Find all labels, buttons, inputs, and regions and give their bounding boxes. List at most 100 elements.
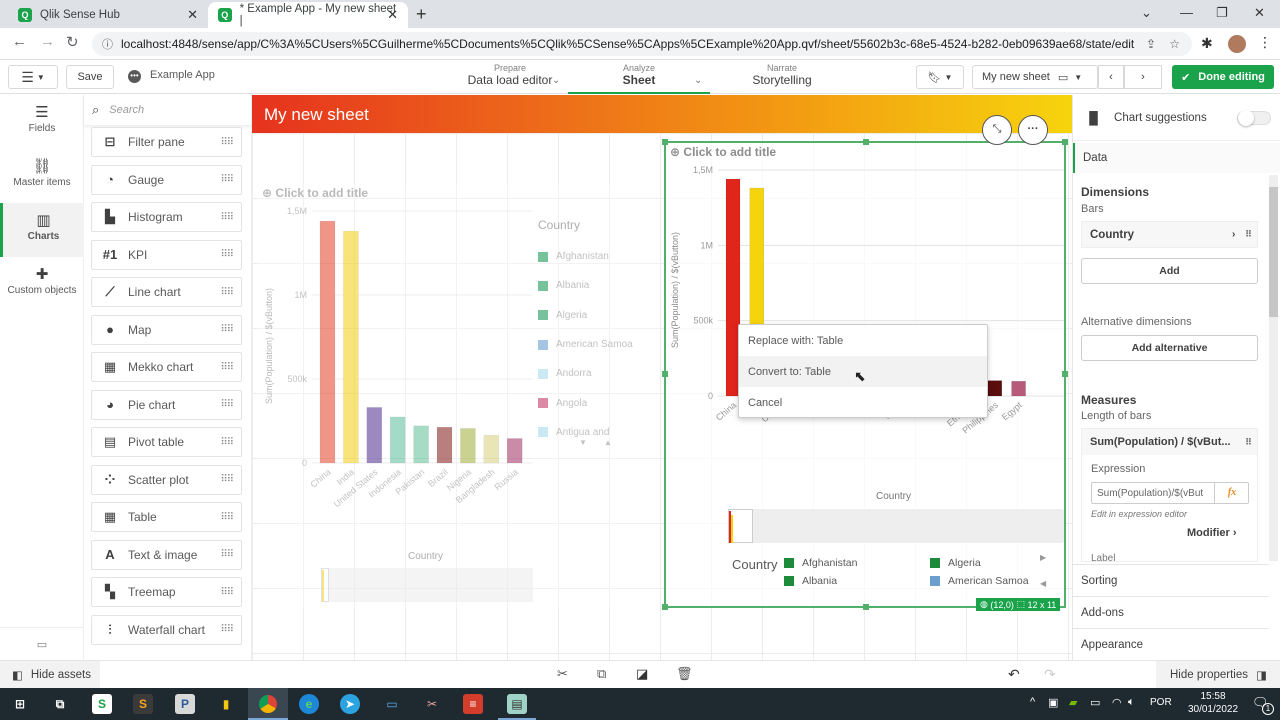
asset-map[interactable]: ● Map ⠿⠿ [91, 314, 242, 345]
volume-icon[interactable]: 🔈︎ [1128, 696, 1135, 709]
hide-properties-button[interactable]: Hide properties ◨ [1156, 661, 1280, 688]
asset-pivot-table[interactable]: ▤ Pivot table ⠿⠿ [91, 427, 242, 457]
legend-item[interactable]: Andorra [538, 359, 658, 388]
legend-item[interactable]: American Samoa [930, 575, 1029, 587]
qlik-sense-taskbar-icon[interactable]: S [92, 694, 112, 714]
nav-fields[interactable]: ☰ Fields [0, 95, 84, 149]
drag-handle-icon[interactable]: ⠿ [1245, 229, 1252, 240]
profile-avatar[interactable] [1228, 35, 1246, 53]
tab-qlik-sense-hub[interactable]: Q Qlik Sense Hub ✕ [8, 2, 208, 28]
legend-item[interactable]: Algeria [538, 301, 658, 330]
menu-item-replace-with-table[interactable]: Replace with: Table [739, 325, 987, 356]
asset-histogram[interactable]: ▙ Histogram ⠿⠿ [91, 202, 242, 232]
new-tab-button[interactable]: + [416, 4, 427, 25]
power-bi-taskbar-icon[interactable]: ▮ [216, 694, 236, 714]
asset-waterfall-chart[interactable]: ⫶ Waterfall chart ⠿⠿ [91, 614, 242, 645]
asset-text-image[interactable]: A Text & image ⠿⠿ [91, 539, 242, 570]
close-tab-icon[interactable]: ✕ [387, 7, 398, 23]
python-file-taskbar-icon[interactable]: P [175, 694, 195, 714]
delete-icon[interactable]: 🗑︎ [676, 666, 693, 682]
resize-handle-b[interactable] [863, 604, 869, 610]
cut-icon[interactable]: ✂ [557, 666, 568, 682]
drag-handle-icon[interactable]: ⠿⠿ [220, 137, 234, 148]
sheet-title[interactable]: My new sheet [252, 95, 1072, 133]
menu-item-cancel[interactable]: Cancel [739, 387, 987, 418]
add-dimension-button[interactable]: Add [1081, 258, 1258, 284]
legend-item[interactable]: Algeria [930, 557, 981, 569]
add-alternative-button[interactable]: Add alternative [1081, 335, 1258, 361]
extensions-icon[interactable]: ✱ [1201, 35, 1213, 52]
drag-handle-icon[interactable]: ⠿⠿ [220, 437, 234, 448]
drag-handle-icon[interactable]: ⠿⠿ [220, 212, 234, 223]
section-sorting[interactable]: Sorting [1073, 564, 1269, 596]
chrome-taskbar-button[interactable] [248, 688, 288, 720]
windows-start-icon[interactable]: ⊞ [10, 694, 30, 714]
resize-handle-l[interactable] [662, 371, 668, 377]
legend-item[interactable]: Antigua and [538, 418, 658, 447]
close-window-button[interactable]: ✕ [1254, 5, 1265, 21]
hide-assets-button[interactable]: ◧ Hide assets [0, 661, 100, 688]
asset-table[interactable]: ▦ Table ⠿⠿ [91, 502, 242, 532]
drag-handle-icon[interactable]: ⠿⠿ [220, 512, 234, 523]
drag-handle-icon[interactable]: ⠿⠿ [220, 174, 234, 185]
sublime-taskbar-icon[interactable]: S [133, 694, 153, 714]
telegram-taskbar-icon[interactable]: ➤ [340, 694, 360, 714]
browser-menu-icon[interactable]: ⋮ [1258, 34, 1272, 51]
minimize-button[interactable]: — [1180, 5, 1193, 20]
asset-mekko-chart[interactable]: ▦ Mekko chart ⠿⠿ [91, 352, 242, 382]
legend-scroll-up-icon[interactable]: ▲ [604, 438, 612, 447]
legend-item[interactable]: Albania [538, 271, 658, 300]
nav-prepare[interactable]: Prepare Data load editor ⌄ [440, 63, 580, 87]
previous-sheet-button[interactable]: ‹ [1098, 65, 1124, 89]
share-icon[interactable]: ⇪ [1146, 37, 1156, 51]
nav-custom-objects[interactable]: ✚ Custom objects [0, 257, 84, 311]
asset-scatter-plot[interactable]: ⁘ Scatter plot ⠿⠿ [91, 464, 242, 495]
wifi-icon[interactable]: ◠ [1112, 696, 1122, 709]
nav-narrate[interactable]: Narrate Storytelling [722, 63, 842, 87]
legend-item[interactable]: Albania [784, 575, 837, 587]
measure-header-row[interactable]: Sum(Population) / $(vBut... ⠿ [1082, 429, 1257, 455]
language-indicator[interactable]: POR [1150, 697, 1172, 708]
todoist-taskbar-icon[interactable]: ≡ [463, 694, 483, 714]
back-icon[interactable]: ← [12, 33, 27, 50]
url-input[interactable]: ⓘ localhost:4848/sense/app/C%3A%5CUsers%… [92, 32, 1192, 56]
nav-analyze[interactable]: Analyze Sheet ⌄ [568, 63, 710, 94]
remote-desktop-taskbar-icon[interactable]: ▭ [382, 694, 402, 714]
drag-handle-icon[interactable]: ⠿⠿ [220, 474, 234, 485]
bookmarks-button[interactable]: 🔖︎ ▼ [916, 65, 964, 89]
battery-icon[interactable]: ▭ [1090, 696, 1100, 709]
legend-item[interactable]: American Samoa [538, 330, 658, 359]
drag-handle-icon[interactable]: ⠿⠿ [220, 324, 234, 335]
resize-handle-r[interactable] [1062, 371, 1068, 377]
search-input[interactable]: ⌕ Search [84, 95, 252, 125]
close-tab-icon[interactable]: ✕ [187, 7, 198, 23]
maximize-button[interactable]: ❐ [1216, 5, 1228, 21]
data-tab[interactable]: Data [1073, 143, 1280, 173]
drag-handle-icon[interactable]: ⠿ [1245, 437, 1252, 448]
properties-scrollbar[interactable] [1269, 175, 1278, 561]
legend-item[interactable]: Angola [538, 388, 658, 417]
edit-in-expression-editor-link[interactable]: Edit in expression editor [1091, 509, 1187, 519]
resize-handle-tr[interactable] [1062, 139, 1068, 145]
tray-expand-icon[interactable]: ^ [1030, 696, 1035, 708]
main-menu-button[interactable]: ☰ ▼ [8, 65, 58, 89]
nav-master-items[interactable]: ⛓ Master items [0, 149, 84, 203]
done-editing-button[interactable]: ✔ Done editing [1172, 65, 1274, 89]
resize-handle-tl[interactable] [662, 139, 668, 145]
drag-handle-icon[interactable]: ⠿⠿ [220, 249, 234, 260]
legend-item[interactable]: Afghanistan [538, 242, 658, 271]
modifier-button[interactable]: Modifier › [1187, 527, 1237, 539]
nvidia-icon[interactable]: ▰ [1069, 696, 1077, 709]
asset-treemap[interactable]: ▚ Treemap ⠿⠿ [91, 577, 242, 607]
drag-handle-icon[interactable]: ⠿⠿ [220, 399, 234, 410]
legend-prev-icon[interactable]: ◀ [1040, 579, 1046, 588]
snipping-tool-taskbar-icon[interactable]: ✂ [422, 694, 442, 714]
expression-input[interactable]: Sum(Population)/$(vBut fx [1091, 482, 1249, 504]
redo-icon[interactable]: ↷ [1044, 666, 1056, 683]
resize-handle-bl[interactable] [662, 604, 668, 610]
section-appearance[interactable]: Appearance [1073, 628, 1269, 660]
fx-button[interactable]: fx [1214, 483, 1249, 503]
legend-item[interactable]: Afghanistan [784, 557, 857, 569]
chart-2-mini-chart-scrollbar[interactable] [728, 509, 1064, 543]
chart-1-mini-chart-scrollbar[interactable] [321, 568, 533, 602]
